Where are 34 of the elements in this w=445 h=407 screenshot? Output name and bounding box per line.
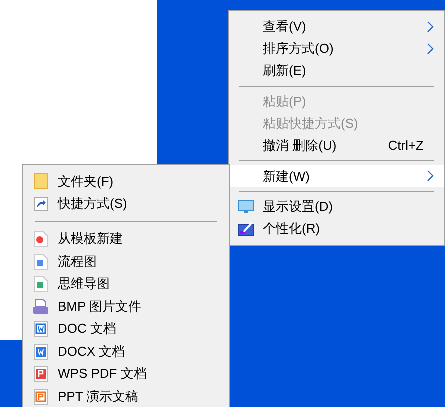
menu-item[interactable]: 从模板新建: [23, 228, 229, 250]
menu-item[interactable]: DOC 文档: [23, 318, 229, 340]
template-file-icon: [34, 231, 48, 248]
shortcut-arrow-icon: [34, 196, 48, 211]
pdf-file-icon: [34, 366, 48, 382]
menu-item-label: 撤消 删除(U): [263, 136, 338, 155]
menu-item[interactable]: 查看(V): [229, 16, 444, 38]
menu-item[interactable]: 个性化(R): [229, 218, 444, 240]
chevron-right-icon: [427, 20, 434, 33]
folder-icon: [34, 173, 48, 190]
menu-item[interactable]: 流程图: [23, 250, 229, 273]
menu-item[interactable]: 新建(W): [229, 165, 444, 188]
menu-item[interactable]: 显示设置(D): [229, 196, 444, 218]
menu-item[interactable]: WPS PDF 文档: [23, 362, 229, 386]
menu-item[interactable]: BMP 图片文件: [23, 295, 229, 318]
monitor-icon: [238, 200, 254, 214]
word-file-icon: [34, 344, 48, 360]
menu-item[interactable]: PPT 演示文稿: [23, 385, 229, 407]
menu-item[interactable]: 文件夹(F): [23, 170, 229, 192]
chevron-right-icon: [427, 170, 434, 182]
menu-item[interactable]: 刷新(E): [229, 60, 444, 82]
menu-item[interactable]: DOCX 文档: [23, 340, 229, 363]
chevron-right-icon: [427, 42, 434, 55]
image-file-icon: [32, 298, 48, 315]
paint-icon: [238, 222, 254, 236]
mindmap-file-icon: [34, 276, 48, 292]
flowchart-file-icon: [34, 254, 48, 270]
shortcut-label: Ctrl+Z: [388, 136, 424, 155]
menu-item[interactable]: 思维导图: [23, 272, 229, 296]
menu-item[interactable]: 快捷方式(S): [23, 192, 229, 215]
menu-item[interactable]: 排序方式(O): [229, 38, 444, 60]
word-file-icon: [34, 321, 48, 338]
presentation-file-icon: [34, 388, 48, 405]
menu-item[interactable]: 撤消 删除(U) Ctrl+Z: [229, 134, 444, 156]
